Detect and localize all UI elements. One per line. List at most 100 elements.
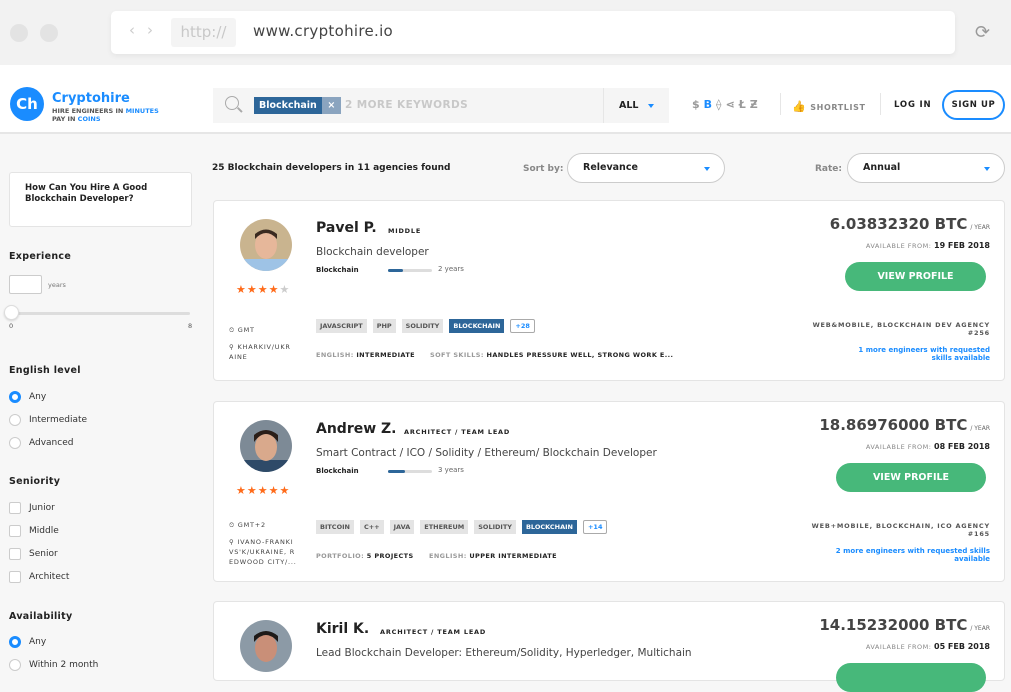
rate-value: Annual: [863, 162, 901, 173]
zcash-icon[interactable]: Ƶ: [750, 98, 762, 111]
ripple-icon[interactable]: ⋖: [725, 98, 738, 111]
avatar[interactable]: [240, 420, 292, 472]
litecoin-icon[interactable]: Ł: [739, 98, 750, 111]
more-engineers-link[interactable]: 1 more engineers with requested skills a…: [850, 346, 990, 362]
skill-tag: C++: [359, 520, 384, 534]
meta-value: 5 PROJECTS: [366, 552, 414, 560]
seniority-option-middle[interactable]: Middle: [9, 524, 59, 537]
experience-slider-handle[interactable]: [4, 305, 19, 320]
availability-date: AVAILABLE FROM: 05 FEB 2018: [866, 642, 990, 651]
option-label: Middle: [29, 525, 59, 536]
radio[interactable]: [9, 413, 21, 426]
agency-name[interactable]: WEB+MOBILE, BLOCKCHAIN, ICO AGENCY #165: [790, 522, 990, 538]
keyword-search[interactable]: Blockchain × 2 MORE KEYWORDS ALL: [213, 88, 669, 123]
agency-name[interactable]: WEB&MOBILE, BLOCKCHAIN DEV AGENCY #256: [790, 321, 990, 337]
skill-years: 3 years: [438, 466, 464, 474]
window-control[interactable]: [40, 24, 58, 42]
radio-checked[interactable]: [9, 390, 21, 403]
option-label: Senior: [29, 548, 58, 559]
url-text[interactable]: www.cryptohire.io: [253, 22, 393, 40]
rating-stars: ★★★★★: [236, 484, 290, 497]
reload-icon[interactable]: ⟳: [975, 22, 990, 43]
radio-checked[interactable]: [9, 635, 21, 648]
thumbs-up-icon: 👍: [792, 100, 807, 113]
english-option-any[interactable]: Any: [9, 390, 46, 403]
meta-key: PORTFOLIO:: [316, 552, 367, 560]
chevron-down-icon: [984, 167, 990, 171]
view-profile-button[interactable]: VIEW PROFILE: [836, 463, 986, 492]
view-profile-button[interactable]: [836, 663, 986, 692]
keyword-chip: Blockchain ×: [254, 97, 341, 114]
option-label: Any: [29, 636, 47, 647]
logo-name[interactable]: Cryptohire: [52, 91, 130, 106]
star-icons: ★★★★: [236, 283, 280, 296]
checkbox[interactable]: [9, 524, 21, 537]
location-value: KHARKIV/UKR AINE: [229, 343, 291, 361]
radio[interactable]: [9, 436, 21, 449]
seniority-label: ARCHITECT / TEAM LEAD: [404, 428, 511, 436]
meta-value: INTERMEDIATE: [356, 351, 416, 359]
tagline-text: HIRE ENGINEERS IN: [52, 107, 126, 115]
avatar[interactable]: [240, 219, 292, 271]
location: ⚲ KHARKIV/UKR AINE: [229, 343, 291, 361]
price-value: 14.15232000 BTC: [819, 616, 968, 634]
seniority-option-junior[interactable]: Junior: [9, 501, 55, 514]
more-tags-button[interactable]: +14: [582, 520, 608, 534]
experience-heading: Experience: [9, 251, 72, 262]
checkbox[interactable]: [9, 501, 21, 514]
bitcoin-icon[interactable]: B: [704, 98, 716, 111]
seniority-label: MIDDLE: [388, 227, 422, 235]
skill-tags: BITCOIN C++ JAVA ETHEREUM SOLIDITY BLOCK…: [316, 520, 608, 534]
skill-bar-fill: [388, 269, 403, 272]
checkbox[interactable]: [9, 547, 21, 560]
forward-icon[interactable]: ›: [147, 21, 153, 39]
window-control[interactable]: [10, 24, 28, 42]
back-icon[interactable]: ‹: [129, 21, 135, 39]
skill-bar: [388, 470, 432, 473]
developer-title: Blockchain developer: [316, 246, 429, 258]
developer-name[interactable]: Pavel P.: [316, 220, 377, 236]
developer-title: Smart Contract / ICO / Solidity / Ethere…: [316, 447, 657, 459]
developer-name[interactable]: Kiril K.: [316, 621, 369, 637]
more-engineers-link[interactable]: 2 more engineers with requested skills a…: [830, 547, 990, 563]
search-scope-dropdown[interactable]: ALL: [603, 88, 669, 123]
seniority-option-senior[interactable]: Senior: [9, 547, 58, 560]
avatar[interactable]: [240, 620, 292, 672]
login-link[interactable]: LOG IN: [894, 100, 931, 110]
availability-date: AVAILABLE FROM: 08 FEB 2018: [866, 442, 990, 451]
remove-keyword-icon[interactable]: ×: [321, 97, 341, 114]
guide-link[interactable]: How Can You Hire A Good Blockchain Devel…: [9, 172, 192, 227]
protocol-label: http://: [171, 18, 236, 47]
sort-dropdown[interactable]: Relevance: [567, 153, 725, 183]
developer-card: ★★★★★ Andrew Z. ARCHITECT / TEAM LEAD Sm…: [213, 401, 1005, 582]
view-profile-button[interactable]: VIEW PROFILE: [845, 262, 986, 291]
shortlist-link[interactable]: 👍 SHORTLIST: [792, 100, 866, 113]
location: ⚲ IVANO-FRANKI VS'K/UKRAINE, R EDWOOD CI…: [229, 538, 297, 566]
avail-key: AVAILABLE FROM:: [865, 443, 934, 451]
english-option-intermediate[interactable]: Intermediate: [9, 413, 87, 426]
experience-slider-track[interactable]: [10, 312, 190, 315]
signup-button[interactable]: SIGN UP: [942, 90, 1005, 120]
availability-option-2month[interactable]: Within 2 month: [9, 658, 98, 671]
checkbox[interactable]: [9, 570, 21, 583]
usd-icon[interactable]: $: [692, 98, 704, 111]
skill-tag: BITCOIN: [316, 520, 354, 534]
rate-dropdown[interactable]: Annual: [847, 153, 1005, 183]
keyword-chip-label: Blockchain: [254, 97, 322, 114]
availability-option-any[interactable]: Any: [9, 635, 46, 648]
developer-card: Kiril K. ARCHITECT / TEAM LEAD Lead Bloc…: [213, 601, 1005, 692]
more-tags-button[interactable]: +28: [510, 319, 535, 333]
address-bar[interactable]: ‹ › http:// www.cryptohire.io: [111, 11, 955, 54]
developer-name[interactable]: Andrew Z.: [316, 421, 397, 437]
radio[interactable]: [9, 658, 21, 671]
english-option-advanced[interactable]: Advanced: [9, 436, 73, 449]
seniority-option-architect[interactable]: Architect: [9, 570, 69, 583]
skill-bar: [388, 269, 432, 272]
developer-card: ★★★★★ Pavel P. MIDDLE Blockchain develop…: [213, 200, 1005, 381]
logo-icon[interactable]: Ch: [10, 87, 44, 121]
timezone-value: GMT: [237, 326, 255, 334]
experience-years-input[interactable]: [9, 275, 42, 294]
browser-chrome: ‹ › http:// www.cryptohire.io ⟳: [0, 0, 1011, 65]
search-input[interactable]: 2 MORE KEYWORDS: [345, 99, 468, 111]
meta-key: SOFT SKILLS:: [430, 351, 487, 359]
